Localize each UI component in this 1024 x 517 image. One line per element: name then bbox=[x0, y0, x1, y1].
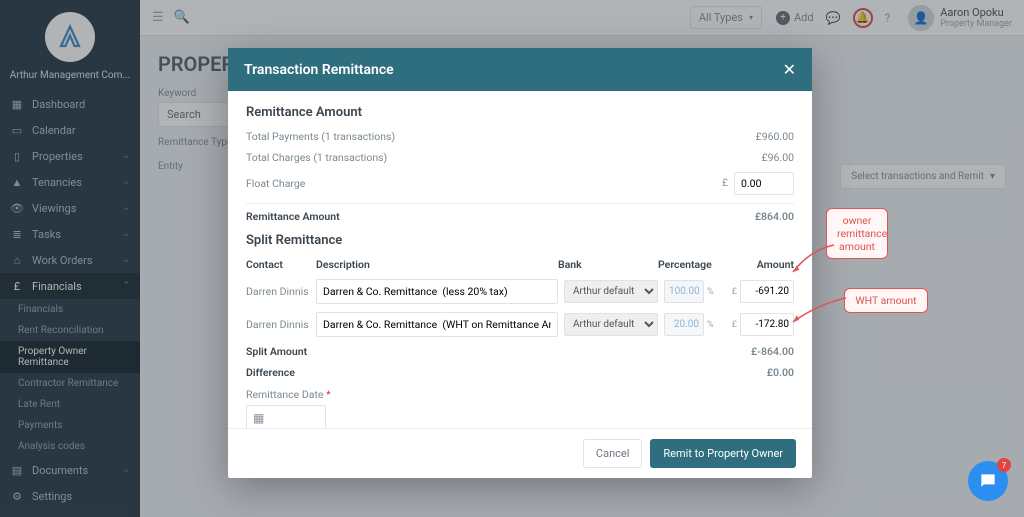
split-contact: Darren Dinnis bbox=[246, 285, 316, 298]
difference-value: £0.00 bbox=[767, 366, 794, 379]
date-label: Remittance Date bbox=[246, 388, 323, 401]
remittance-date-input[interactable]: ▦ bbox=[246, 405, 326, 428]
calendar-icon: ▦ bbox=[253, 411, 264, 425]
transaction-remittance-modal: Transaction Remittance ✕ Remittance Amou… bbox=[228, 48, 812, 478]
total-payments-value: £960.00 bbox=[756, 130, 794, 143]
split-row: Darren Dinnis Arthur default account % £ bbox=[246, 279, 794, 304]
callout-text: remittance bbox=[837, 227, 877, 240]
total-payments-label: Total Payments (1 transactions) bbox=[246, 130, 756, 143]
total-charges-value: £96.00 bbox=[762, 151, 794, 164]
currency-symbol: £ bbox=[732, 320, 737, 330]
callout-owner-remittance: owner remittance amount bbox=[826, 208, 888, 259]
remittance-amount-label: Remittance Amount bbox=[246, 210, 755, 223]
percent-symbol: % bbox=[707, 287, 714, 297]
currency-symbol: £ bbox=[722, 178, 728, 189]
split-contact: Darren Dinnis bbox=[246, 318, 316, 331]
col-description: Description bbox=[316, 258, 558, 271]
col-percentage: Percentage bbox=[658, 258, 724, 271]
col-amount: Amount bbox=[724, 258, 794, 271]
modal-header: Transaction Remittance ✕ bbox=[228, 48, 812, 91]
split-percentage-input bbox=[664, 313, 704, 336]
required-indicator: * bbox=[326, 388, 331, 401]
remittance-date-field: Remittance Date * ▦ bbox=[246, 387, 794, 428]
remit-to-owner-button[interactable]: Remit to Property Owner bbox=[650, 439, 796, 468]
split-row: Darren Dinnis Arthur default account % £ bbox=[246, 312, 794, 337]
split-header-row: Contact Description Bank Percentage Amou… bbox=[246, 258, 794, 271]
split-description-input[interactable] bbox=[316, 279, 558, 304]
section-split-remittance: Split Remittance bbox=[246, 233, 794, 248]
remittance-amount-value: £864.00 bbox=[755, 210, 794, 223]
split-percentage-input bbox=[664, 280, 704, 303]
cancel-button[interactable]: Cancel bbox=[583, 439, 642, 468]
col-bank: Bank bbox=[558, 258, 658, 271]
float-charge-label: Float Charge bbox=[246, 177, 722, 190]
chat-unread-badge: 7 bbox=[997, 458, 1011, 472]
split-description-input[interactable] bbox=[316, 312, 558, 337]
col-contact: Contact bbox=[246, 258, 316, 271]
float-charge-input[interactable] bbox=[734, 172, 794, 195]
section-remittance-amount: Remittance Amount bbox=[246, 105, 794, 120]
callout-text: owner bbox=[837, 214, 877, 227]
close-icon[interactable]: ✕ bbox=[783, 60, 796, 79]
split-amount-input[interactable] bbox=[740, 280, 794, 303]
modal-body: Remittance Amount Total Payments (1 tran… bbox=[228, 91, 812, 428]
split-amount-label: Split Amount bbox=[246, 345, 751, 358]
total-charges-label: Total Charges (1 transactions) bbox=[246, 151, 762, 164]
callout-wht-amount: WHT amount bbox=[844, 288, 928, 313]
modal-footer: Cancel Remit to Property Owner bbox=[228, 428, 812, 478]
split-bank-select[interactable]: Arthur default account bbox=[564, 313, 658, 336]
difference-label: Difference bbox=[246, 366, 767, 379]
intercom-chat-button[interactable]: 7 bbox=[968, 461, 1008, 501]
chat-icon bbox=[978, 471, 998, 491]
split-amount-value: £-864.00 bbox=[751, 345, 794, 358]
split-bank-select[interactable]: Arthur default account bbox=[564, 280, 658, 303]
currency-symbol: £ bbox=[732, 287, 737, 297]
split-amount-input[interactable] bbox=[740, 313, 794, 336]
modal-title: Transaction Remittance bbox=[244, 62, 783, 78]
percent-symbol: % bbox=[707, 320, 714, 330]
callout-text: amount bbox=[837, 240, 877, 253]
